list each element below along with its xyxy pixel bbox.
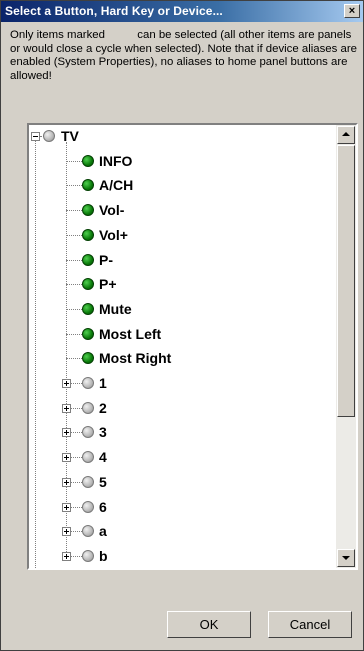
ok-button[interactable]: OK	[167, 611, 251, 638]
selectable-dot-icon	[82, 253, 94, 266]
instructions-before-marker: Only items marked	[10, 29, 105, 41]
tree-label-vol[interactable]: Vol+	[99, 227, 128, 243]
scroll-thumb[interactable]	[337, 145, 355, 417]
selectable-dot-icon	[82, 302, 94, 315]
scroll-up-button[interactable]	[337, 126, 355, 144]
tree-label-vol[interactable]: Vol-	[99, 202, 124, 218]
panel-dot-icon	[82, 475, 94, 488]
tree-label-p[interactable]: P+	[99, 276, 117, 292]
selectable-dot-icon	[82, 154, 94, 167]
collapse-icon[interactable]	[31, 132, 40, 141]
expand-icon[interactable]	[62, 477, 71, 487]
tree-label-p[interactable]: P-	[99, 252, 113, 268]
tree-label-most-left[interactable]: Most Left	[99, 326, 161, 342]
window-title: Select a Button, Hard Key or Device...	[5, 4, 223, 18]
tree-connector	[66, 358, 82, 360]
vertical-scrollbar[interactable]	[336, 125, 356, 568]
tree-label-a[interactable]: a	[99, 523, 107, 539]
arrow-up-icon	[342, 132, 350, 136]
tree-connector	[66, 259, 82, 261]
tree-connector	[66, 308, 82, 310]
tree-connector	[66, 210, 82, 212]
expand-icon[interactable]	[62, 527, 71, 537]
scroll-down-button[interactable]	[337, 549, 355, 567]
tree-label-6[interactable]: 6	[99, 499, 107, 515]
panel-dot-icon	[82, 377, 94, 389]
panel-dot-icon	[82, 451, 94, 464]
tree-connector	[71, 407, 82, 409]
tree-connector	[71, 506, 82, 508]
tree-label-a-ch[interactable]: A/CH	[99, 177, 133, 193]
tree-connector	[66, 185, 82, 187]
title-bar[interactable]: Select a Button, Hard Key or Device... ×	[1, 1, 363, 22]
tree-connector	[71, 481, 82, 483]
panel-dot-icon	[82, 401, 94, 414]
expand-icon[interactable]	[62, 502, 71, 512]
tree-label-tv[interactable]: TV	[61, 128, 79, 144]
tree-content: TV INFO A/CH Vol- Vol+ P- P+ Mute Most Left Most …	[29, 125, 336, 568]
item-tree[interactable]: TV INFO A/CH Vol- Vol+ P- P+ Mute Most Left Most …	[27, 123, 358, 570]
expand-icon[interactable]	[62, 403, 71, 413]
selectable-dot-icon	[82, 228, 94, 241]
panel-dot-icon	[82, 500, 94, 513]
panel-dot-icon	[82, 549, 94, 562]
tree-label-3[interactable]: 3	[99, 424, 107, 440]
selectable-dot-icon	[82, 204, 94, 217]
selectable-dot-icon	[82, 327, 94, 340]
instructions-text: Only items marked can be selected (all o…	[10, 29, 358, 83]
panel-dot-icon	[43, 130, 55, 142]
tree-connector	[66, 284, 82, 286]
expand-icon[interactable]	[62, 428, 71, 438]
tree-connector	[71, 555, 82, 557]
tree-connector	[71, 531, 82, 533]
tree-label-most-right[interactable]: Most Right	[99, 350, 171, 366]
arrow-down-icon	[342, 556, 350, 560]
cancel-button[interactable]: Cancel	[268, 611, 352, 638]
expand-icon[interactable]	[62, 551, 71, 561]
tree-connector	[66, 160, 82, 162]
tree-connector	[66, 234, 82, 236]
expand-icon[interactable]	[62, 379, 71, 388]
tree-label-info[interactable]: INFO	[99, 153, 132, 169]
tree-label-b[interactable]: b	[99, 548, 108, 564]
tree-label-4[interactable]: 4	[99, 449, 107, 465]
tree-connector	[71, 432, 82, 434]
tree-connector	[71, 383, 82, 384]
tree-label-5[interactable]: 5	[99, 474, 107, 490]
close-button[interactable]: ×	[344, 4, 360, 18]
tree-connector	[71, 457, 82, 459]
expand-icon[interactable]	[62, 453, 71, 463]
tree-label-1[interactable]: 1	[99, 375, 107, 391]
dialog-window: Select a Button, Hard Key or Device... ×…	[0, 0, 364, 651]
tree-label-mute[interactable]: Mute	[99, 301, 132, 317]
tree-label-2[interactable]: 2	[99, 400, 107, 416]
tree-connector	[66, 333, 82, 335]
